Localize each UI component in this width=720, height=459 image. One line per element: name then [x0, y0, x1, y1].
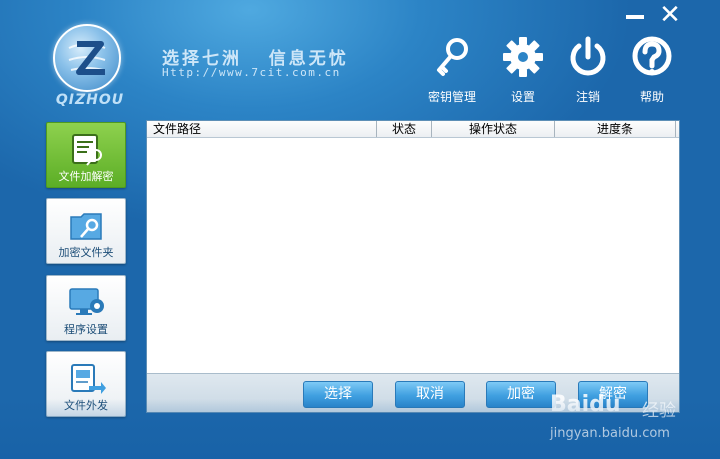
- sidebar-item-label: 加密文件夹: [58, 246, 114, 259]
- settings-label: 设置: [510, 90, 535, 104]
- watermark-brand: Baidu: [550, 392, 621, 417]
- close-button[interactable]: ✕: [657, 2, 683, 28]
- settings-button[interactable]: 设置: [491, 34, 555, 106]
- sidebar-item-label: 文件外发: [64, 399, 108, 412]
- column-header-progress[interactable]: 进度条: [555, 121, 676, 137]
- select-button[interactable]: 选择: [303, 381, 373, 408]
- file-encrypt-icon: [72, 134, 102, 166]
- folder-key-icon: [70, 213, 102, 240]
- file-list-panel: 文件路径 状态 操作状态 进度条 选择 取消 加密 解密: [146, 120, 680, 413]
- sidebar-item-file-send[interactable]: 文件外发: [46, 351, 126, 417]
- column-header-status[interactable]: 状态: [377, 121, 432, 137]
- power-icon: [570, 36, 606, 76]
- close-icon: ✕: [659, 0, 681, 30]
- sidebar-item-program-settings[interactable]: 程序设置: [46, 275, 126, 341]
- watermark-url: jingyan.baidu.com: [550, 426, 670, 441]
- column-header-operation-status[interactable]: 操作状态: [432, 121, 555, 137]
- file-list[interactable]: [147, 138, 679, 373]
- monitor-gear-icon: [69, 288, 104, 315]
- key-management-button[interactable]: 密钥管理: [420, 34, 484, 106]
- key-icon: [437, 38, 468, 76]
- help-icon: [632, 36, 672, 76]
- baidu-watermark: Baidu 经验 jingyan.baidu.com: [550, 392, 720, 452]
- column-header-file-path[interactable]: 文件路径: [147, 121, 377, 137]
- sidebar-item-encrypted-folder[interactable]: 加密文件夹: [46, 198, 126, 264]
- sidebar-item-label: 文件加解密: [58, 170, 114, 183]
- cancel-button[interactable]: 取消: [395, 381, 465, 408]
- help-button[interactable]: 帮助: [620, 34, 684, 106]
- logo-text: QIZHOU: [55, 92, 125, 108]
- company-url: Http://www.7cit.com.cn: [162, 66, 341, 79]
- key-management-label: 密钥管理: [427, 90, 476, 104]
- help-label: 帮助: [639, 90, 664, 104]
- minimize-button[interactable]: [622, 6, 648, 26]
- watermark-sub: 经验: [642, 401, 676, 421]
- encrypt-button[interactable]: 加密: [486, 381, 556, 408]
- sidebar-item-label: 程序设置: [64, 323, 108, 336]
- gear-icon: [503, 37, 543, 77]
- logout-button[interactable]: 注销: [556, 34, 620, 106]
- app-window: QIZHOU 选择七洲 信息无忧 Http://www.7cit.com.cn …: [0, 0, 720, 459]
- globe-icon: [53, 24, 121, 92]
- sidebar-item-file-encrypt[interactable]: 文件加解密: [46, 122, 126, 188]
- table-header: 文件路径 状态 操作状态 进度条: [147, 121, 679, 138]
- company-logo: QIZHOU: [40, 20, 140, 110]
- logout-label: 注销: [575, 90, 600, 104]
- file-send-icon: [71, 364, 106, 394]
